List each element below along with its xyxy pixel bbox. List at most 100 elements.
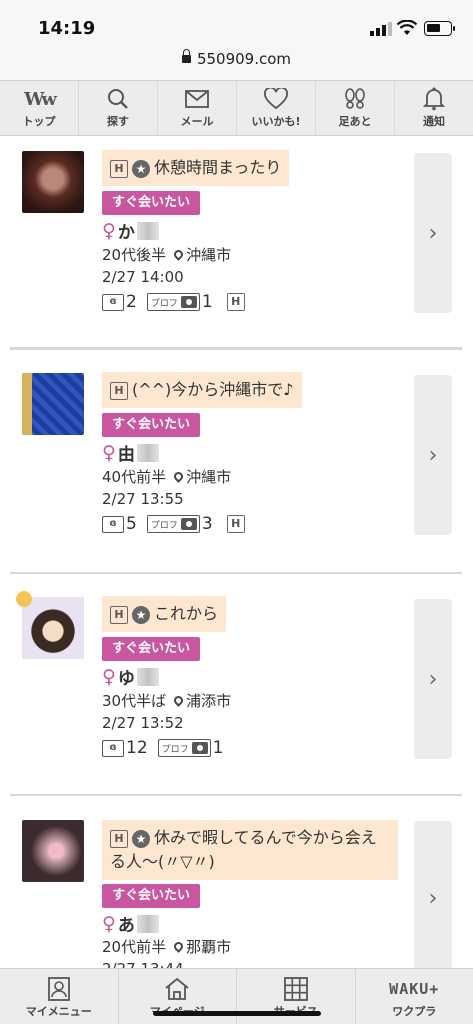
female-icon: ♀ <box>102 665 116 688</box>
signal-icon <box>370 22 392 36</box>
grid-icon <box>283 977 308 1001</box>
views-count: 2 <box>126 292 137 312</box>
status-tag: すぐ会いたい <box>102 191 201 215</box>
home-icon <box>165 977 189 1000</box>
views-count: 5 <box>126 514 137 534</box>
wakuplus-icon: WAKU+ <box>389 980 440 998</box>
stats-row: ɞ2 プロフ 1 H <box>102 292 245 312</box>
avatar <box>22 373 84 435</box>
chevron-right-icon: › <box>428 220 438 246</box>
star-badge-icon: ★ <box>132 605 150 624</box>
status-tag: すぐ会いたい <box>102 884 201 908</box>
post-date: 2/27 14:00 <box>102 268 184 286</box>
blurred-name <box>136 914 159 933</box>
open-profile-button[interactable]: › <box>414 153 452 313</box>
location-pin-icon <box>172 940 185 953</box>
open-profile-button[interactable]: › <box>414 599 452 759</box>
photo-count: 1 <box>201 292 213 312</box>
post-date: 2/27 13:44 <box>102 960 184 968</box>
nav-mail[interactable]: メール <box>158 81 237 135</box>
user-meta: 40代前半 沖縄市 <box>102 468 232 486</box>
message-text: 休憩時間まったり <box>154 158 282 177</box>
open-profile-button[interactable]: › <box>414 821 452 968</box>
message-text: 休みで暇してるんで今から会える人〜(〃▽〃) <box>110 828 377 871</box>
battery-icon <box>424 21 455 36</box>
user-name: ♀ ゆ <box>102 664 159 689</box>
ww-logo-icon: Ww <box>24 88 57 110</box>
location-text: 浦添市 <box>186 692 232 710</box>
top-nav: Ww トップ 探す メール いいかも! 足あと 通知 <box>0 80 473 136</box>
location-text: 那覇市 <box>186 938 232 956</box>
views-icon: ɞ <box>102 515 124 533</box>
wifi-icon <box>397 20 417 35</box>
post-date: 2/27 13:55 <box>102 490 184 508</box>
url-text: 550909.com <box>196 50 292 68</box>
nav-notify[interactable]: 通知 <box>395 81 473 135</box>
home-indicator[interactable] <box>153 1011 321 1016</box>
camera-icon <box>180 296 197 308</box>
views-count: 12 <box>126 738 148 758</box>
mail-icon <box>185 90 209 108</box>
camera-icon <box>191 742 208 754</box>
user-name: ♀ あ <box>102 911 159 936</box>
stats-row: ɞ 12 プロフ 1 <box>102 738 223 758</box>
profile-photo-badge: プロフ <box>146 293 200 311</box>
message-bubble: H (^^)今から沖縄市で♪ <box>102 372 302 408</box>
hotel-badge-icon: H <box>110 605 128 624</box>
list-item[interactable]: H ★ 休みで暇してるんで今から会える人〜(〃▽〃) すぐ会いたい ♀ あ 20代前半… <box>10 796 462 968</box>
user-meta: 20代前半 那覇市 <box>102 938 232 956</box>
status-tag: すぐ会いたい <box>102 637 201 661</box>
avatar <box>22 151 84 213</box>
list-item[interactable]: H (^^)今から沖縄市で♪ すぐ会いたい ♀ 由 40代前半 沖縄市 2/27 13… <box>10 350 462 575</box>
message-bubble: H ★ 休憩時間まったり <box>102 150 290 186</box>
nav-like[interactable]: いいかも! <box>237 81 316 135</box>
nav-footprint[interactable]: 足あと <box>316 81 395 135</box>
message-bubble: H ★ 休みで暇してるんで今から会える人〜(〃▽〃) <box>102 820 398 880</box>
status-time: 14:19 <box>38 18 96 39</box>
chevron-right-icon: › <box>428 442 438 468</box>
female-icon: ♀ <box>102 219 116 242</box>
message-text: これから <box>154 604 219 623</box>
bottom-nav-label: マイメニュー <box>25 1005 92 1018</box>
nav-label: 探す <box>107 115 129 128</box>
blurred-name <box>136 443 159 462</box>
hotel-badge-icon: H <box>110 381 128 400</box>
bottom-nav-mymenu[interactable]: マイメニュー <box>0 969 119 1024</box>
address-bar[interactable]: 550909.com <box>0 44 473 80</box>
user-name: ♀ 由 <box>102 440 159 465</box>
avatar <box>22 820 84 882</box>
photo-count: 3 <box>201 514 213 534</box>
profile-photo-badge: プロフ <box>157 739 211 757</box>
sun-badge-icon <box>16 591 32 607</box>
heart-icon <box>264 88 288 110</box>
location-pin-icon <box>172 248 185 261</box>
nav-label: 通知 <box>423 115 445 128</box>
profile-photo-badge: プロフ <box>146 515 200 533</box>
footprint-icon <box>345 88 365 109</box>
open-profile-button[interactable]: › <box>414 375 452 535</box>
location-pin-icon <box>172 470 185 483</box>
search-icon <box>108 89 128 109</box>
star-badge-icon: ★ <box>132 829 150 848</box>
location-pin-icon <box>172 694 185 707</box>
hotel-badge-icon: H <box>110 829 128 848</box>
blurred-name <box>136 667 159 686</box>
profile-icon <box>47 977 70 1001</box>
chevron-right-icon: › <box>428 886 438 911</box>
message-bubble: H ★ これから <box>102 596 227 632</box>
list-item[interactable]: H ★ これから すぐ会いたい ♀ ゆ 30代半ば 浦添市 2/27 13:52 ɞ 12… <box>10 574 462 797</box>
star-badge-icon: ★ <box>132 159 150 178</box>
avatar <box>22 597 84 659</box>
camera-icon <box>180 518 197 530</box>
female-icon: ♀ <box>102 912 116 935</box>
location-text: 沖縄市 <box>186 246 232 264</box>
nav-search[interactable]: 探す <box>79 81 158 135</box>
bottom-nav-wakuplus[interactable]: WAKU+ ワクプラ <box>356 969 473 1024</box>
status-bar: 14:19 <box>0 0 473 44</box>
list-item[interactable]: H ★ 休憩時間まったり すぐ会いたい ♀ か 20代後半 沖縄市 2/27 14:00… <box>10 136 462 350</box>
blurred-name <box>136 221 159 240</box>
photo-count: 1 <box>212 738 224 758</box>
hotel-badge-icon: H <box>226 515 245 533</box>
nav-top[interactable]: Ww トップ <box>0 81 79 135</box>
user-meta: 30代半ば 浦添市 <box>102 692 232 710</box>
